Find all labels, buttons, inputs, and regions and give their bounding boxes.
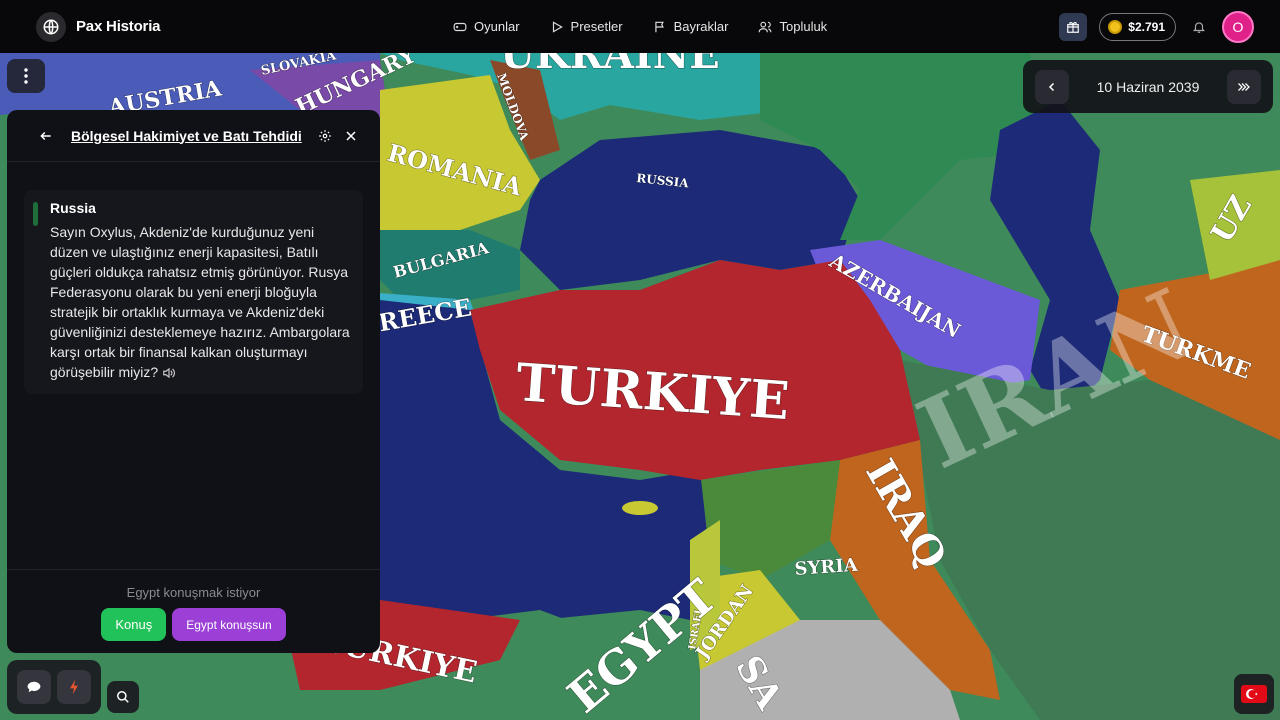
- flag-icon: [654, 21, 664, 32]
- diplomacy-panel: Bölgesel Hakimiyet ve Batı Tehdidi Russi…: [7, 110, 380, 653]
- date-prev-button[interactable]: [1035, 69, 1069, 104]
- top-bar: Pax Historia Oyunlar Presetler Bayraklar…: [0, 0, 1280, 53]
- nav-community[interactable]: Topluluk: [758, 19, 827, 34]
- panel-header: Bölgesel Hakimiyet ve Batı Tehdidi: [7, 110, 380, 162]
- coin-icon: [1108, 20, 1123, 34]
- search-icon: [117, 691, 129, 703]
- player-country-button[interactable]: [1234, 674, 1274, 714]
- nav-presets[interactable]: Presetler: [550, 19, 623, 34]
- chevron-left-icon: [1048, 82, 1055, 91]
- user-avatar[interactable]: O: [1222, 11, 1254, 43]
- let-egypt-talk-button[interactable]: Egypt konuşsun: [172, 608, 286, 641]
- actions-button[interactable]: [57, 670, 91, 704]
- map-search-button[interactable]: [107, 681, 139, 713]
- nav-flags-label: Bayraklar: [673, 19, 729, 34]
- message-text: Sayın Oxylus, Akdeniz'de kurduğunuz yeni…: [50, 224, 350, 380]
- back-arrow-icon[interactable]: [35, 125, 57, 147]
- nav-games[interactable]: Oyunlar: [453, 19, 520, 34]
- bell-icon: [1192, 22, 1206, 33]
- more-menu-button[interactable]: [7, 59, 45, 93]
- nav-games-label: Oyunlar: [474, 19, 520, 34]
- message-body: Sayın Oxylus, Akdeniz'de kurduğunuz yeni…: [50, 222, 351, 382]
- date-control: 10 Haziran 2039: [1023, 60, 1273, 113]
- current-date: 10 Haziran 2039: [1096, 78, 1200, 95]
- main-nav: Oyunlar Presetler Bayraklar Topluluk: [453, 0, 827, 53]
- gift-button[interactable]: [1059, 13, 1088, 41]
- nav-presets-label: Presetler: [570, 19, 623, 34]
- gamepad-icon: [453, 22, 467, 31]
- chat-button[interactable]: [17, 670, 51, 704]
- message-sender: Russia: [50, 200, 96, 216]
- chat-bubble-icon: [27, 681, 41, 693]
- settings-gear-icon[interactable]: [314, 125, 336, 147]
- chat-message: Russia Sayın Oxylus, Akdeniz'de kurduğun…: [24, 190, 363, 394]
- gift-icon: [1067, 22, 1080, 33]
- vertical-dots-icon: [24, 68, 28, 84]
- label-syria: SYRIA: [794, 555, 860, 580]
- play-icon: [552, 20, 563, 33]
- balance-value: $2.791: [1128, 20, 1165, 34]
- brand[interactable]: Pax Historia: [36, 11, 161, 42]
- region-cyprus[interactable]: [622, 501, 658, 515]
- panel-title[interactable]: Bölgesel Hakimiyet ve Batı Tehdidi: [71, 128, 310, 144]
- date-advance-button[interactable]: [1227, 69, 1261, 104]
- notifications-button[interactable]: [1188, 16, 1210, 38]
- sender-color-bar: [33, 202, 38, 226]
- account-area: $2.791 O: [1059, 11, 1254, 43]
- globe-logo-icon: [36, 11, 66, 42]
- balance-pill[interactable]: $2.791: [1099, 13, 1176, 41]
- turkiye-flag-icon: [1241, 685, 1267, 703]
- close-icon[interactable]: [340, 125, 362, 147]
- nav-flags[interactable]: Bayraklar: [653, 19, 729, 34]
- nav-community-label: Topluluk: [779, 19, 828, 34]
- app-name: Pax Historia: [76, 18, 161, 35]
- lightning-icon: [70, 679, 78, 695]
- speaker-icon[interactable]: [162, 367, 176, 379]
- users-icon: [759, 21, 772, 32]
- talk-button[interactable]: Konuş: [101, 608, 167, 641]
- talk-request-note: Egypt konuşmak istiyor: [126, 585, 261, 600]
- bottom-dock: [7, 660, 101, 714]
- panel-footer: Egypt konuşmak istiyor Konuş Egypt konuş…: [7, 569, 380, 653]
- footer-actions: Konuş Egypt konuşsun: [7, 608, 380, 641]
- triple-chevron-right-icon: [1238, 82, 1250, 91]
